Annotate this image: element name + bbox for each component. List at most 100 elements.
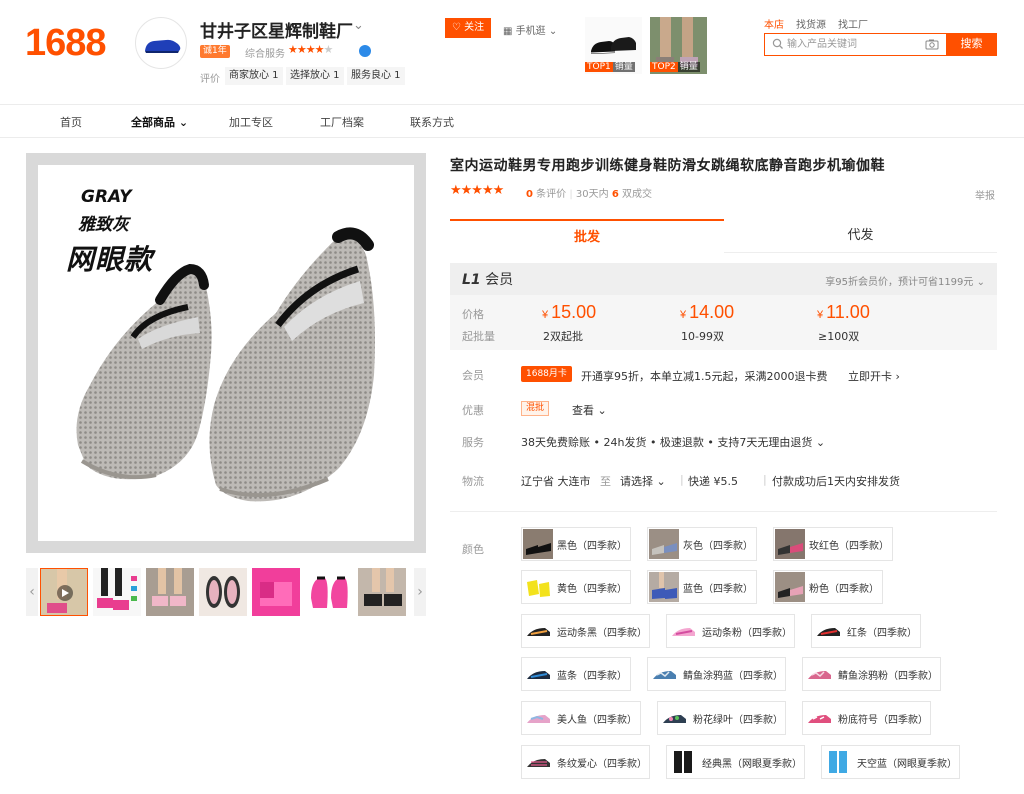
member-level: L1 会员 [462, 272, 514, 288]
sold-count: 6 [611, 189, 619, 200]
search-tab-shop[interactable]: 本店 [764, 20, 784, 31]
price-box: 价格 起批量 ¥15.00 2双起批 ¥14.00 10-99双 ¥11.00 … [450, 295, 997, 350]
qr-icon: ▦ [503, 26, 513, 37]
chevron-right-icon: › [895, 370, 900, 383]
thumbnail[interactable] [305, 568, 353, 616]
color-option[interactable]: 运动条粉（四季款） [666, 614, 795, 648]
swatch-image [775, 529, 805, 559]
ship-origin: 辽宁省 大连市 [521, 475, 591, 488]
thumbnail[interactable] [358, 568, 406, 616]
service-stars: ★★★★★ [288, 43, 333, 56]
mobile-shop-link[interactable]: ▦ 手机逛 ⌄ [503, 22, 557, 37]
color-option[interactable]: 黄色（四季款） [521, 570, 631, 604]
color-option[interactable]: 灰色（四季款） [647, 527, 757, 561]
service-row-label: 服务 [462, 436, 484, 449]
color-option[interactable]: 经典黑（网眼夏季款） [666, 745, 805, 779]
top-product-1[interactable]: TOP1 销量 [585, 17, 642, 74]
thumbnail[interactable] [146, 568, 194, 616]
divider-bar: | [680, 473, 684, 486]
shop-name[interactable]: 甘井子区星辉制鞋厂 [200, 17, 353, 42]
thumbnail[interactable] [252, 568, 300, 616]
search-button[interactable]: 搜索 [946, 33, 997, 56]
top-product-2[interactable]: TOP2 销量 [650, 17, 707, 74]
nav-processing[interactable]: 加工专区 [229, 114, 273, 130]
monthly-card-badge: 1688月卡 [521, 366, 572, 382]
thumbnail-strip: ‹ › [26, 568, 426, 616]
site-logo[interactable]: 1688 [25, 22, 107, 65]
review-summary: 0 条评价 | 30天内 6 双成交 [526, 189, 652, 200]
chevron-left-icon[interactable]: ‹ [26, 568, 38, 616]
destination-select[interactable]: 请选择 ⌄ [620, 473, 666, 489]
swatch-image [823, 747, 853, 777]
thumbnail[interactable] [199, 568, 247, 616]
member-level-bar[interactable]: L1 会员 享95折会员价，预计可省1199元 ⌄ [450, 263, 997, 295]
search-tab-source[interactable]: 找货源 [796, 20, 826, 31]
years-badge: 诚1年 [200, 45, 230, 58]
member-hint: 享95折会员价，预计可省1199元 ⌄ [825, 277, 985, 288]
camera-icon[interactable] [925, 38, 939, 50]
color-option[interactable]: 蓝色（四季款） [647, 570, 757, 604]
verified-icon [359, 45, 371, 57]
swatch-image [775, 572, 805, 602]
thumbnail[interactable] [93, 568, 141, 616]
rating-stars: ★★★★★ [450, 183, 504, 198]
color-option[interactable]: 粉色（四季款） [773, 570, 883, 604]
thumbnail-video[interactable] [40, 568, 88, 616]
color-option[interactable]: 条纹爱心（四季款） [521, 745, 650, 779]
open-card-link[interactable]: 立即开卡 › [848, 368, 900, 384]
color-option[interactable]: 玫红色（四季款） [773, 527, 893, 561]
nav-all-products[interactable]: 全部商品 ⌄ [131, 114, 188, 130]
thumbnail-image [146, 568, 194, 616]
nav-factory-profile[interactable]: 工厂档案 [320, 114, 364, 130]
logistics-row-label: 物流 [462, 475, 484, 488]
ship-to-label: 至 [600, 475, 611, 488]
avatar-shoe-icon [145, 39, 181, 53]
search-icon [772, 38, 783, 49]
nav-home[interactable]: 首页 [60, 114, 82, 130]
price-tier-2: ¥14.00 [680, 302, 735, 322]
color-option[interactable]: 鲭鱼涂鸦粉（四季款） [802, 657, 941, 691]
report-link[interactable]: 举报 [975, 187, 995, 202]
chevron-down-icon: ⌄ [548, 26, 558, 37]
search-tab-factory[interactable]: 找工厂 [838, 20, 868, 31]
color-option[interactable]: 美人鱼（四季款） [521, 701, 641, 735]
color-label: 颜色 [462, 543, 484, 556]
follow-button[interactable]: ♡ 关注 [445, 18, 491, 38]
nav-contact[interactable]: 联系方式 [410, 114, 454, 130]
service-details[interactable]: 38天免费赊账 • 24h发货 • 极速退款 • 支持7天无理由退货 ⌄ [521, 434, 825, 450]
member-row-text: 开通享95折，本单立减1.5元起，采满2000退卡费 [581, 370, 828, 383]
shop-header: 1688 甘井子区星辉制鞋厂 ⌄ 诚1年 综合服务 ★★★★★ 评价 商家放心 … [0, 0, 1024, 104]
color-option[interactable]: 蓝条（四季款） [521, 657, 631, 691]
chevron-right-icon[interactable]: › [414, 568, 426, 616]
tab-dropship[interactable]: 代发 [724, 219, 997, 253]
shop-avatar[interactable] [135, 17, 187, 69]
view-discount-link[interactable]: 查看 ⌄ [572, 402, 607, 418]
tab-wholesale[interactable]: 批发 [450, 219, 724, 253]
review-count[interactable]: 0 [526, 189, 533, 200]
rating-label: 评价 [200, 74, 220, 85]
color-option[interactable]: 红条（四季款） [811, 614, 921, 648]
section-divider [450, 511, 997, 512]
color-option[interactable]: 黑色（四季款） [521, 527, 631, 561]
color-option[interactable]: 粉底符号（四季款） [802, 701, 931, 735]
swatch-image [649, 529, 679, 559]
member-row-label: 会员 [462, 369, 484, 382]
color-option[interactable]: 粉花绿叶（四季款） [657, 701, 786, 735]
thumbnail-image [93, 568, 141, 616]
chevron-down-icon[interactable]: ⌄ [353, 18, 364, 33]
chevron-down-icon: ⌄ [656, 475, 666, 488]
chevron-down-icon: ⌄ [976, 277, 985, 288]
color-option[interactable]: 天空蓝（网眼夏季款） [821, 745, 960, 779]
heart-icon: ♡ [451, 22, 461, 33]
service-label: 综合服务 [245, 49, 285, 60]
color-option[interactable]: 鲭鱼涂鸦蓝（四季款） [647, 657, 786, 691]
swatch-image [668, 747, 698, 777]
thumbnail-image [358, 568, 406, 616]
main-product-image[interactable]: GRAY 雅致灰 网眼款 [26, 153, 426, 553]
color-option[interactable]: 运动条黑（四季款） [521, 614, 650, 648]
search-input[interactable] [787, 36, 917, 53]
swatch-image [649, 572, 679, 602]
thumbnail-image [252, 568, 300, 616]
thumbnail-image [199, 568, 247, 616]
price-tier-1: ¥15.00 [542, 302, 597, 322]
